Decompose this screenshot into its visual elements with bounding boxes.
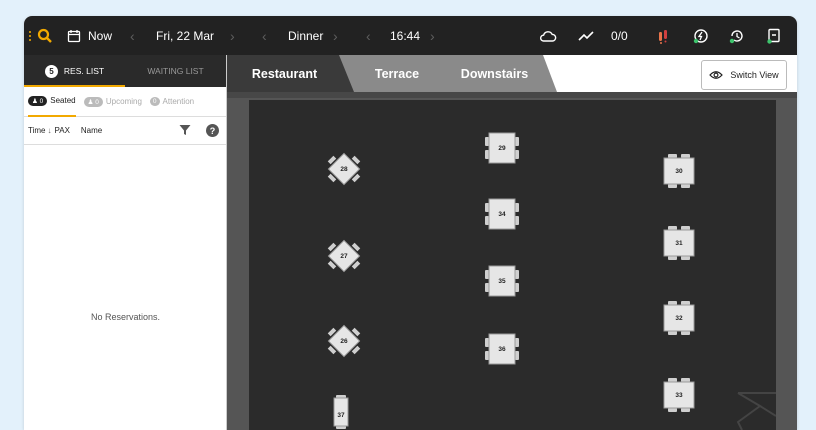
history-icon[interactable]	[729, 16, 745, 55]
now-button[interactable]: Now	[67, 16, 112, 55]
chevron-right-icon[interactable]: ›	[230, 16, 235, 55]
trend-icon[interactable]	[578, 16, 594, 55]
shift-label[interactable]: Dinner	[288, 16, 323, 55]
covers-counter: 0/0	[611, 28, 628, 43]
chevron-right-icon[interactable]: ›	[430, 16, 435, 55]
chevron-right-icon[interactable]: ›	[333, 16, 338, 55]
calendar-icon	[67, 29, 81, 43]
seated-label: Seated	[50, 96, 76, 105]
date-label[interactable]: Fri, 22 Mar	[156, 16, 214, 55]
table-number: 28	[340, 165, 348, 173]
sidebar-tabs: 5 RES. LIST WAITING LIST	[24, 55, 226, 87]
tab-res-list-label: RES. LIST	[63, 66, 105, 76]
table-number: 37	[337, 411, 345, 419]
filter-icon[interactable]	[179, 124, 191, 138]
power-icon[interactable]	[693, 16, 709, 55]
table-number: 36	[498, 345, 506, 353]
table-35[interactable]: 35	[483, 262, 521, 300]
search-icon[interactable]	[37, 16, 53, 55]
floor-plan-area: Restaurant Terrace Downstairs Switch Vie…	[227, 55, 797, 430]
empty-state: No Reservations.	[90, 312, 161, 322]
table-29[interactable]: 29	[483, 129, 521, 167]
tab-restaurant[interactable]: Restaurant	[227, 55, 342, 92]
cloud-icon[interactable]	[539, 16, 557, 55]
attention-count: 0	[149, 97, 160, 106]
exit-icon[interactable]	[767, 16, 781, 55]
res-count-badge: 5	[44, 64, 58, 78]
upcoming-count: 0	[95, 98, 99, 106]
table-number: 32	[675, 314, 683, 322]
seated-count-pill: ♟ 0	[28, 95, 48, 106]
chevron-left-icon[interactable]: ‹	[366, 16, 371, 55]
table-number: 34	[498, 210, 506, 218]
filter-attention[interactable]: 0 Attention	[149, 87, 195, 117]
column-headers: Time ↓ PAX Name ?	[24, 117, 226, 145]
table-33[interactable]: 33	[660, 376, 698, 414]
seated-count: 0	[39, 97, 44, 105]
table-26[interactable]: 26	[325, 322, 363, 360]
switch-view-label: Switch View	[730, 70, 779, 80]
floor-canvas: 28 27 26 37 29 34 35 36 30 31 32 33	[249, 100, 776, 430]
status-filters: ♟ 0 Seated ♟ 0 Upcoming 0 Attention	[24, 87, 226, 117]
more-vert-icon[interactable]	[28, 16, 32, 55]
floor-header-strip	[227, 92, 797, 98]
eye-icon	[709, 70, 724, 80]
table-number: 27	[340, 252, 348, 260]
help-icon[interactable]: ?	[206, 124, 219, 139]
col-pax[interactable]: PAX	[54, 126, 69, 135]
chevron-left-icon[interactable]: ‹	[262, 16, 267, 55]
table-number: 33	[675, 391, 683, 399]
tab-waiting-list[interactable]: WAITING LIST	[125, 55, 226, 87]
col-time[interactable]: Time	[28, 126, 45, 135]
tab-res-list[interactable]: 5 RES. LIST	[24, 55, 125, 87]
table-30[interactable]: 30	[660, 152, 698, 190]
table-31[interactable]: 31	[660, 224, 698, 262]
table-27[interactable]: 27	[325, 237, 363, 275]
filter-seated[interactable]: ♟ 0 Seated	[28, 87, 76, 117]
sort-arrow-icon[interactable]: ↓	[47, 126, 51, 135]
tab-waiting-list-label: WAITING LIST	[147, 66, 204, 76]
table-37[interactable]: 37	[322, 393, 360, 430]
table-34[interactable]: 34	[483, 195, 521, 233]
upcoming-label: Upcoming	[105, 97, 142, 106]
floor-tabs: Restaurant Terrace Downstairs Switch Vie…	[227, 55, 797, 92]
table-number: 26	[340, 337, 348, 345]
walk-in-icon[interactable]	[658, 16, 668, 55]
app-window: Now ‹ Fri, 22 Mar › ‹ Dinner › ‹ 16:44 ›…	[24, 16, 797, 430]
table-number: 35	[498, 277, 506, 285]
reservation-sidebar: 5 RES. LIST WAITING LIST ♟ 0 Seated ♟ 0 …	[24, 55, 227, 430]
tab-downstairs[interactable]: Downstairs	[432, 55, 557, 92]
table-number: 29	[498, 144, 506, 152]
table-28[interactable]: 28	[325, 150, 363, 188]
col-name[interactable]: Name	[81, 126, 102, 135]
stairs-outline	[736, 392, 776, 430]
upcoming-count-pill: ♟ 0	[83, 96, 103, 107]
filter-upcoming[interactable]: ♟ 0 Upcoming	[83, 87, 142, 117]
table-number: 30	[675, 167, 683, 175]
time-label[interactable]: 16:44	[390, 16, 420, 55]
attention-label: Attention	[162, 97, 195, 106]
switch-view-button[interactable]: Switch View	[701, 60, 787, 90]
table-number: 31	[675, 239, 683, 247]
table-32[interactable]: 32	[660, 299, 698, 337]
table-36[interactable]: 36	[483, 330, 521, 368]
top-bar: Now ‹ Fri, 22 Mar › ‹ Dinner › ‹ 16:44 ›…	[24, 16, 797, 55]
now-label: Now	[88, 28, 113, 43]
chevron-left-icon[interactable]: ‹	[130, 16, 135, 55]
svg-text:?: ?	[210, 126, 216, 136]
